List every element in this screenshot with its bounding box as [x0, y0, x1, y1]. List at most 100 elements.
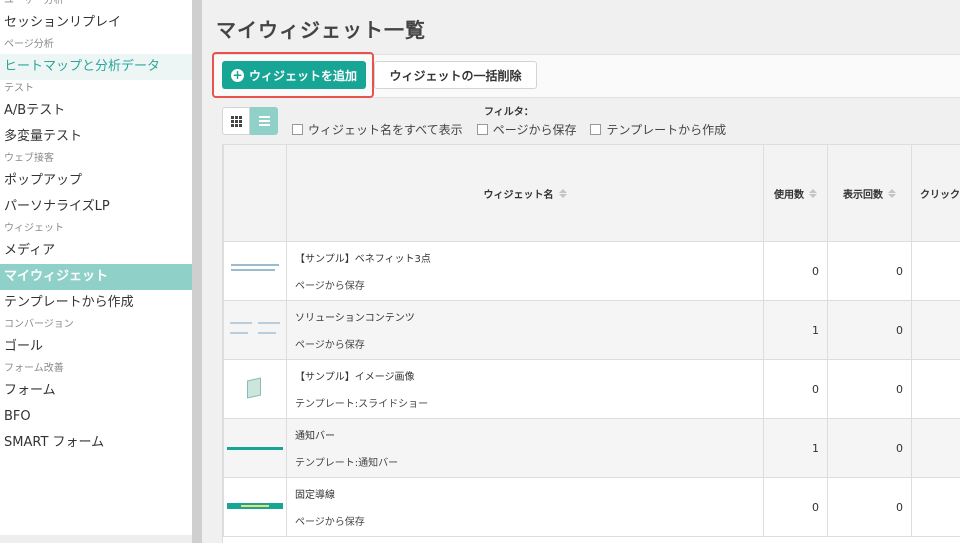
- sidebar-item[interactable]: メディア: [0, 238, 192, 264]
- filter-from-page[interactable]: ページから保存: [476, 121, 577, 138]
- row-usage: 0: [763, 477, 828, 537]
- sidebar-section-heading: テスト: [4, 83, 34, 94]
- widget-name-link[interactable]: 【サンプル】ベネフィット3点: [295, 250, 763, 265]
- widget-thumbnail: [227, 371, 283, 407]
- widget-name-link[interactable]: 固定導線: [295, 486, 763, 501]
- sidebar-item[interactable]: テンプレートから作成: [0, 290, 192, 316]
- sort-icon: [809, 188, 817, 198]
- row-clicks: [911, 477, 960, 537]
- row-name-cell: 【サンプル】イメージ画像 テンプレート:スライドショー: [286, 359, 764, 419]
- sidebar-item[interactable]: セッションリプレイ: [0, 10, 192, 36]
- filter-from-template[interactable]: テンプレートから作成: [590, 121, 726, 138]
- table-body: 【サンプル】ベネフィット3点 ページから保存 0 0 ソリューションコンテンツ ページから…: [223, 241, 960, 537]
- filter-all-names-label: ウィジェット名をすべて表示: [308, 123, 463, 137]
- row-clicks: [911, 359, 960, 419]
- row-usage: 0: [763, 241, 828, 301]
- row-name-cell: 【サンプル】ベネフィット3点ページから保存: [286, 241, 764, 301]
- row-thumbnail[interactable]: [223, 241, 287, 301]
- widget-thumbnail: [227, 312, 283, 348]
- row-thumbnail[interactable]: [223, 359, 287, 419]
- widget-thumbnail: [227, 430, 283, 466]
- filter-from-template-label: テンプレートから作成: [606, 123, 727, 137]
- sidebar-item[interactable]: SMART フォーム: [0, 430, 192, 456]
- sidebar-item[interactable]: フォーム: [0, 378, 192, 404]
- filter-all-names[interactable]: ウィジェット名をすべて表示: [292, 121, 463, 138]
- header-views[interactable]: 表示回数: [827, 144, 912, 242]
- widget-thumbnail: [227, 489, 283, 525]
- filter-from-template-checkbox[interactable]: [590, 124, 602, 135]
- widget-name-link[interactable]: 通知バー: [295, 427, 763, 442]
- sidebar-scrollbar[interactable]: [192, 0, 202, 543]
- filter-label: フィルタ：: [484, 107, 534, 118]
- widget-table: ウィジェット名 使用数 表示回数 クリック 【サンプル】ベネフィット3点 ページ…: [222, 144, 960, 543]
- filter-from-page-checkbox[interactable]: [476, 124, 488, 135]
- row-thumbnail[interactable]: [223, 418, 287, 478]
- table-row[interactable]: 通知バー テンプレート:通知バー 1 0: [223, 418, 960, 478]
- list-icon: [258, 116, 270, 126]
- widget-source: ページから保存: [295, 517, 365, 528]
- sidebar-item[interactable]: パーソナライズLP: [0, 194, 192, 220]
- row-name-cell: ソリューションコンテンツページから保存: [286, 300, 764, 360]
- sidebar-item[interactable]: A/Bテスト: [0, 98, 192, 124]
- header-clicks[interactable]: クリック数: [911, 144, 960, 242]
- table-row[interactable]: ソリューションコンテンツ ページから保存 1 0: [223, 300, 960, 360]
- sidebar-section-heading: コンバージョン: [4, 319, 74, 330]
- widget-thumbnail: [227, 253, 283, 289]
- sort-icon: [558, 188, 567, 198]
- sidebar-item[interactable]: ポップアップ: [0, 168, 192, 194]
- row-usage: 1: [763, 300, 828, 360]
- header-widget-name-label: ウィジェット名: [483, 189, 554, 201]
- sidebar-section-heading: ウィジェット: [4, 223, 64, 234]
- sidebar-item[interactable]: BFO: [0, 404, 192, 430]
- sidebar-section-heading: ユーザー分析: [4, 0, 64, 6]
- row-thumbnail[interactable]: [223, 477, 287, 537]
- grid-view-button[interactable]: [222, 107, 250, 135]
- page-title: マイウィジェット一覧: [216, 18, 426, 42]
- row-thumbnail[interactable]: [223, 300, 287, 360]
- header-usage-label: 使用数: [774, 189, 804, 201]
- table-row[interactable]: 固定導線 ページから保存 0 0: [223, 477, 960, 537]
- view-toggle: [222, 107, 278, 135]
- bulk-delete-label: ウィジェットの一括削除: [389, 68, 522, 83]
- add-widget-label: ウィジェットを追加: [248, 68, 357, 83]
- row-views: 0: [827, 241, 912, 301]
- sidebar-item[interactable]: 多変量テスト: [0, 124, 192, 150]
- plus-circle-icon: +: [230, 67, 244, 82]
- bulk-delete-button[interactable]: ウィジェットの一括削除: [374, 61, 537, 89]
- table-row[interactable]: 【サンプル】ベネフィット3点 ページから保存 0 0: [223, 241, 960, 301]
- list-view-button[interactable]: [250, 107, 278, 135]
- grid-icon: [230, 115, 242, 127]
- widget-source: ページから保存: [295, 281, 365, 292]
- header-widget-name[interactable]: ウィジェット名: [286, 144, 764, 242]
- row-views: 0: [827, 300, 912, 360]
- row-name-cell: 固定導線ページから保存: [286, 477, 764, 537]
- sidebar-section-heading: フォーム改善: [4, 363, 64, 374]
- row-views: 0: [827, 418, 912, 478]
- header-thumbnail: [223, 144, 287, 242]
- widget-source: ページから保存: [295, 340, 365, 351]
- sidebar-item[interactable]: ゴール: [0, 334, 192, 360]
- filter-all-names-checkbox[interactable]: [292, 124, 303, 135]
- sidebar-section-heading: ウェブ接客: [4, 153, 54, 164]
- filter-options: ウィジェット名をすべて表示 ページから保存 テンプレートから作成: [292, 121, 726, 138]
- add-widget-button[interactable]: + ウィジェットを追加: [222, 61, 366, 89]
- widget-name-link[interactable]: ソリューションコンテンツ: [295, 309, 763, 324]
- main-content: マイウィジェット一覧 + ウィジェットを追加 ウィジェットの一括削除 フィルタ：…: [202, 0, 960, 543]
- table-header-row: ウィジェット名 使用数 表示回数 クリック: [223, 144, 960, 242]
- sidebar: ユーザー分析セッションリプレイページ分析ヒートマップと分析データテスト A/Bテス…: [0, 0, 192, 535]
- row-views: 0: [827, 477, 912, 537]
- header-usage[interactable]: 使用数: [763, 144, 828, 242]
- row-clicks: [911, 241, 960, 301]
- filter-from-page-label: ページから保存: [492, 123, 577, 137]
- row-usage: 1: [763, 418, 828, 478]
- sidebar-item[interactable]: ヒートマップと分析データ: [0, 54, 192, 80]
- widget-name-link[interactable]: 【サンプル】イメージ画像: [295, 368, 763, 383]
- row-name-cell: 通知バー テンプレート:通知バー: [286, 418, 764, 478]
- header-views-label: 表示回数: [843, 189, 883, 201]
- sidebar-section-heading: ページ分析: [4, 39, 54, 50]
- header-clicks-label: クリック数: [920, 189, 960, 201]
- row-views: 0: [827, 359, 912, 419]
- table-row[interactable]: 【サンプル】イメージ画像 テンプレート:スライドショー 0 0: [223, 359, 960, 419]
- sidebar-item[interactable]: マイウィジェット: [0, 264, 192, 290]
- sidebar-list: ユーザー分析セッションリプレイページ分析ヒートマップと分析データテスト A/Bテス…: [0, 0, 192, 456]
